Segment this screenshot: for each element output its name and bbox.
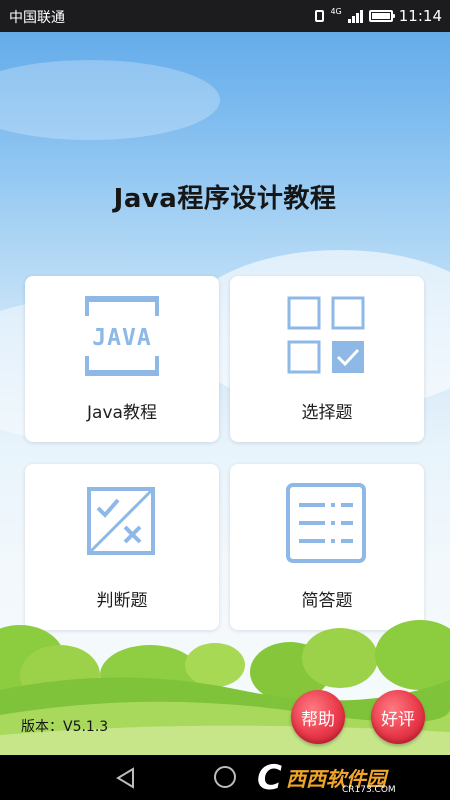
watermark-c-icon: C xyxy=(257,757,282,798)
version-label: 版本：V5.1.3 xyxy=(21,719,109,735)
true-false-label: 判断题 xyxy=(96,591,148,611)
help-button[interactable]: 帮助 xyxy=(291,690,345,744)
short-answer-label: 简答题 xyxy=(301,591,353,611)
status-bar: 中国联通 4G 11:14 xyxy=(0,0,450,32)
java-tutorial-label: Java教程 xyxy=(87,403,157,423)
status-icons: 4G 11:14 xyxy=(315,6,442,26)
app-title: Java程序设计教程 xyxy=(113,184,337,214)
network-type: 4G xyxy=(330,7,342,16)
multiple-choice-label: 选择题 xyxy=(301,403,353,423)
background-cloud xyxy=(0,60,220,140)
app-screen: 中国联通 4G 11:14 Java程序设计教程 JAVA Java教程 选择题… xyxy=(0,0,450,800)
back-icon[interactable] xyxy=(116,767,136,789)
home-icon[interactable] xyxy=(214,766,236,788)
signal-icon xyxy=(347,9,363,23)
multiple-choice-grid-icon xyxy=(230,294,424,378)
java-icon-text: JAVA xyxy=(92,325,151,351)
short-answer-card[interactable]: 简答题 xyxy=(230,464,424,630)
watermark-logo: C 西西软件园 CR173.COM xyxy=(255,755,450,800)
battery-icon xyxy=(368,10,395,22)
rate-button[interactable]: 好评 xyxy=(371,690,425,744)
carrier-name: 中国联通 xyxy=(9,10,65,26)
true-false-card[interactable]: 判断题 xyxy=(25,464,219,630)
watermark-url: CR173.COM xyxy=(341,785,396,795)
status-time: 11:14 xyxy=(398,7,442,25)
vibrate-icon xyxy=(315,10,325,22)
java-tutorial-card[interactable]: JAVA Java教程 xyxy=(25,276,219,442)
multiple-choice-card[interactable]: 选择题 xyxy=(230,276,424,442)
short-answer-list-icon xyxy=(230,482,424,566)
true-false-icon xyxy=(25,482,219,566)
java-book-icon: JAVA xyxy=(25,294,219,378)
